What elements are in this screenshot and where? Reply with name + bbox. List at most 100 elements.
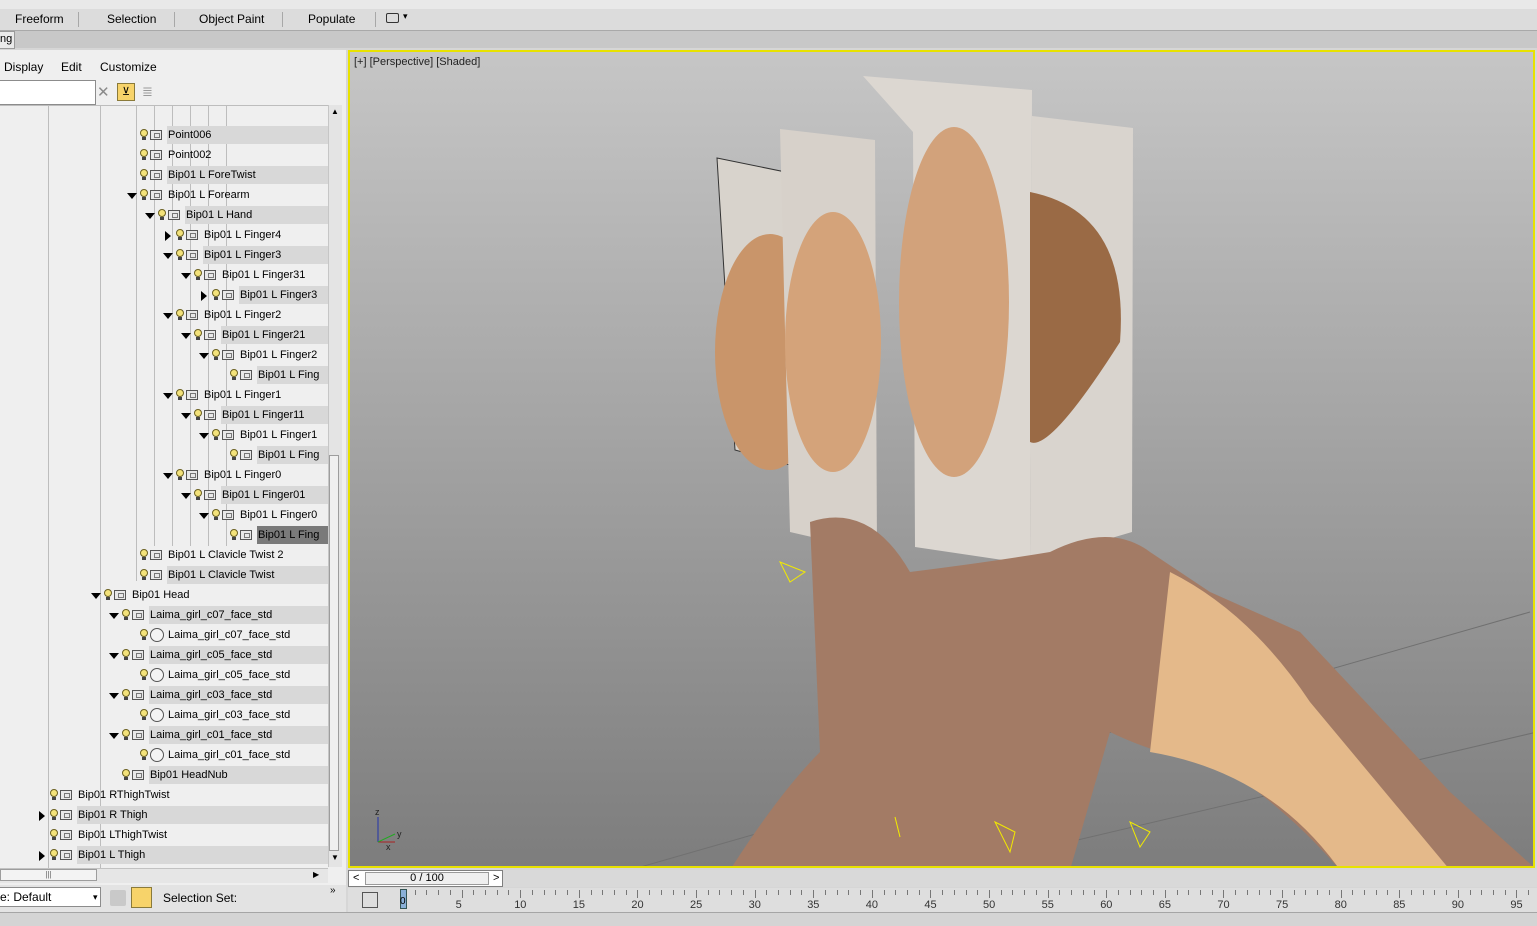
viewport-label[interactable]: [+] [Perspective] [Shaded] — [354, 56, 480, 68]
expand-triangle-icon[interactable] — [163, 393, 173, 399]
expand-triangle-icon[interactable] — [145, 213, 155, 219]
tree-row[interactable]: Laima_girl_c05_face_std — [0, 646, 328, 665]
tree-row[interactable]: Laima_girl_c05_face_std — [0, 666, 328, 685]
lightbulb-icon[interactable] — [121, 609, 130, 620]
tree-row[interactable]: Bip01 Head — [0, 586, 328, 605]
menu-edit[interactable]: Edit — [61, 60, 82, 74]
mode-tab[interactable]: ng — [0, 31, 15, 49]
expand-triangle-icon[interactable] — [109, 693, 119, 699]
tab-freeform[interactable]: Freeform — [15, 12, 64, 26]
lightbulb-icon[interactable] — [229, 449, 238, 460]
lightbulb-icon[interactable] — [139, 169, 148, 180]
time-slider[interactable]: < 0 / 100 > — [348, 870, 503, 887]
timeline-track[interactable]: 0 5 10 15 20 25 30 35 40 45 50 55 60 65 70 75 80 85 90 95 — [348, 888, 1537, 912]
lightbulb-icon[interactable] — [49, 849, 58, 860]
perspective-viewport[interactable]: z x y — [348, 50, 1535, 868]
lightbulb-icon[interactable] — [139, 129, 148, 140]
expand-triangle-icon[interactable] — [199, 433, 209, 439]
ribbon-options-icon[interactable] — [386, 13, 399, 23]
tree-row[interactable]: Bip01 L Finger21 — [0, 326, 328, 345]
filter-options-icon[interactable]: ≣ — [142, 84, 153, 100]
lightbulb-icon[interactable] — [229, 529, 238, 540]
tree-row[interactable]: Laima_girl_c01_face_std — [0, 746, 328, 765]
tree-row[interactable]: Bip01 L Thigh — [0, 846, 328, 865]
layer-dropdown[interactable]: e: Default — [0, 887, 101, 907]
expand-triangle-icon[interactable] — [181, 413, 191, 419]
lightbulb-icon[interactable] — [175, 229, 184, 240]
tree-row[interactable]: Bip01 HeadNub — [0, 766, 328, 785]
collapsed-triangle-icon[interactable] — [39, 811, 45, 821]
tree-row[interactable]: Bip01 L Finger1 — [0, 426, 328, 445]
lightbulb-icon[interactable] — [139, 189, 148, 200]
collapsed-triangle-icon[interactable] — [39, 851, 45, 861]
tree-row[interactable]: Laima_girl_c03_face_std — [0, 706, 328, 725]
scroll-right-icon[interactable]: ▶ — [313, 870, 319, 879]
expand-triangle-icon[interactable] — [181, 273, 191, 279]
frame-display[interactable]: 0 / 100 — [365, 872, 489, 885]
lightbulb-icon[interactable] — [121, 769, 130, 780]
tree-row[interactable]: Bip01 L Finger11 — [0, 406, 328, 425]
lightbulb-icon[interactable] — [229, 369, 238, 380]
lightbulb-icon[interactable] — [175, 469, 184, 480]
tree-row[interactable]: Laima_girl_c03_face_std — [0, 686, 328, 705]
tree-row[interactable]: Bip01 L Finger0 — [0, 506, 328, 525]
scroll-up-icon[interactable]: ▲ — [331, 107, 339, 116]
tree-row[interactable]: Bip01 L Fing — [0, 366, 328, 385]
tree-row[interactable]: Bip01 L Forearm — [0, 186, 328, 205]
tree-row[interactable]: Laima_girl_c07_face_std — [0, 626, 328, 645]
tab-selection[interactable]: Selection — [107, 12, 156, 26]
menu-customize[interactable]: Customize — [100, 60, 157, 74]
tree-scroll-thumb[interactable] — [329, 455, 339, 851]
tree-row[interactable]: Bip01 L Finger3 — [0, 286, 328, 305]
lightbulb-icon[interactable] — [139, 669, 148, 680]
chevron-down-icon[interactable]: ▾ — [93, 892, 98, 903]
tree-row[interactable]: Laima_girl_c01_face_std — [0, 726, 328, 745]
lightbulb-icon[interactable] — [211, 509, 220, 520]
tree-row[interactable]: Point006 — [0, 126, 328, 145]
tree-row[interactable]: Bip01 L Hand — [0, 206, 328, 225]
expand-triangle-icon[interactable] — [163, 313, 173, 319]
tree-row[interactable]: Bip01 L Fing — [0, 526, 328, 545]
tree-row[interactable]: Bip01 L Clavicle Twist 2 — [0, 546, 328, 565]
expand-triangle-icon[interactable] — [109, 613, 119, 619]
tree-row[interactable]: Bip01 LThighTwist — [0, 826, 328, 845]
lightbulb-icon[interactable] — [175, 249, 184, 260]
tree-row[interactable]: Bip01 L Finger1 — [0, 386, 328, 405]
scroll-down-icon[interactable]: ▼ — [331, 853, 339, 862]
expand-triangle-icon[interactable] — [199, 353, 209, 359]
expand-triangle-icon[interactable] — [109, 653, 119, 659]
lightbulb-icon[interactable] — [193, 489, 202, 500]
tree-hscroll-thumb[interactable]: ||| — [0, 869, 97, 881]
tree-row[interactable]: Bip01 L Clavicle Twist — [0, 566, 328, 585]
collapsed-triangle-icon[interactable] — [165, 231, 171, 241]
lightbulb-icon[interactable] — [211, 429, 220, 440]
lightbulb-icon[interactable] — [121, 649, 130, 660]
tab-object-paint[interactable]: Object Paint — [199, 12, 264, 26]
expand-triangle-icon[interactable] — [109, 733, 119, 739]
lightbulb-icon[interactable] — [139, 569, 148, 580]
time-next-button[interactable]: > — [493, 872, 499, 884]
tree-row[interactable]: Bip01 L Finger2 — [0, 346, 328, 365]
tree-row[interactable]: Bip01 L Finger2 — [0, 306, 328, 325]
lightbulb-icon[interactable] — [193, 329, 202, 340]
chevron-down-icon[interactable]: ▾ — [403, 11, 408, 22]
lightbulb-icon[interactable] — [193, 409, 202, 420]
lightbulb-icon[interactable] — [139, 709, 148, 720]
collapsed-triangle-icon[interactable] — [201, 291, 207, 301]
expand-triangle-icon[interactable] — [163, 253, 173, 259]
lightbulb-icon[interactable] — [139, 549, 148, 560]
tree-row[interactable]: Bip01 L Fing — [0, 446, 328, 465]
lightbulb-icon[interactable] — [211, 349, 220, 360]
time-prev-button[interactable]: < — [353, 872, 359, 884]
expand-triangle-icon[interactable] — [181, 333, 191, 339]
expand-triangle-icon[interactable] — [163, 473, 173, 479]
lightbulb-icon[interactable] — [49, 789, 58, 800]
expand-icon[interactable]: » — [330, 885, 336, 896]
expand-triangle-icon[interactable] — [127, 193, 137, 199]
lightbulb-icon[interactable] — [175, 389, 184, 400]
expand-triangle-icon[interactable] — [181, 493, 191, 499]
layers-icon[interactable] — [110, 890, 126, 906]
tree-row[interactable]: Bip01 L Finger3 — [0, 246, 328, 265]
lightbulb-icon[interactable] — [121, 689, 130, 700]
lightbulb-icon[interactable] — [175, 309, 184, 320]
